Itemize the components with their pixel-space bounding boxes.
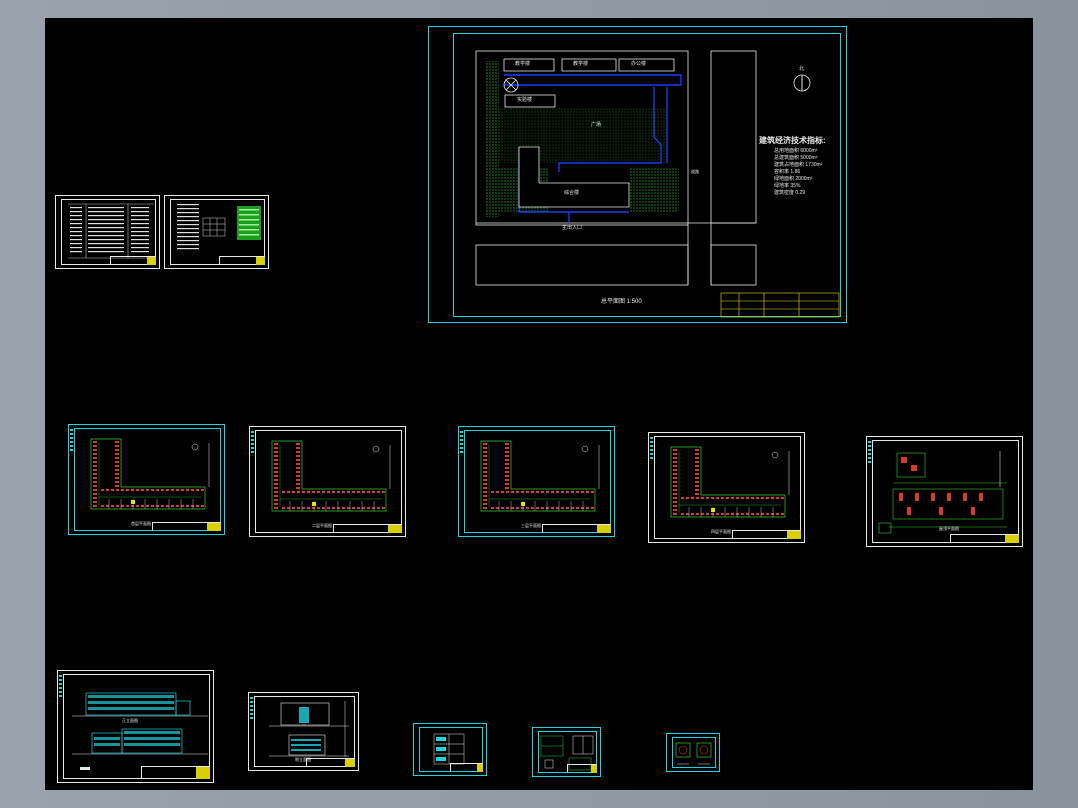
title-block bbox=[541, 524, 611, 533]
indicators-list: 总用地面积 6000m² 总建筑面积 5000m² 建筑占地面积 1730m² … bbox=[774, 148, 822, 197]
indicator-value: 6000m² bbox=[800, 148, 818, 154]
drawing-index-sheet-1[interactable] bbox=[55, 195, 160, 269]
elevation-sheet-1[interactable]: 正立面图 bbox=[57, 670, 214, 783]
title-block bbox=[218, 256, 265, 265]
floor-plan-drawing bbox=[90, 438, 210, 510]
building-label: 教学楼 bbox=[515, 61, 531, 67]
elevation-caption: 正立面图 bbox=[122, 718, 138, 723]
indicator-row: 总建筑面积 5000m² bbox=[774, 155, 822, 162]
cad-viewer: { "site_plan": { "north_label": "北", "in… bbox=[0, 0, 1078, 808]
indicator-row: 总用地面积 6000m² bbox=[774, 148, 822, 155]
indicator-value: 5000m² bbox=[800, 155, 818, 161]
building-label: 教学楼 bbox=[573, 61, 589, 67]
roof-plan-sheet[interactable]: 屋顶平面图 bbox=[866, 436, 1023, 547]
north-label: 北 bbox=[799, 66, 805, 72]
floor-plan-drawing bbox=[271, 440, 391, 512]
indicator-label: 总用地面积 bbox=[774, 148, 800, 154]
indicator-value: 1.86 bbox=[790, 169, 801, 175]
indicator-row: 绿地面积 2000m² bbox=[774, 176, 822, 183]
plan-caption: 屋顶平面图 bbox=[939, 526, 959, 531]
court-label: 广场 bbox=[591, 122, 602, 128]
indicator-label: 建筑密度 bbox=[774, 190, 795, 196]
title-block bbox=[140, 766, 210, 779]
indicator-row: 容积率 1.86 bbox=[774, 169, 822, 176]
title-block bbox=[151, 522, 221, 531]
title-block bbox=[566, 764, 597, 773]
indicator-value: 2000m² bbox=[795, 176, 813, 182]
indicator-value: 0.29 bbox=[795, 190, 806, 196]
plan-caption: 四层平面图 bbox=[711, 529, 731, 534]
title-block bbox=[731, 530, 801, 539]
elevation-sheet-2[interactable]: 侧立面图 bbox=[248, 692, 359, 771]
plan-caption: 三层平面图 bbox=[521, 523, 541, 528]
indicator-row: 绿地率 35% bbox=[774, 183, 822, 190]
floor-plan-sheet-2[interactable]: 二层平面图 bbox=[249, 426, 406, 537]
indicator-label: 绿地面积 bbox=[774, 176, 795, 182]
indicator-label: 总建筑面积 bbox=[774, 155, 800, 161]
detail-sheet[interactable] bbox=[532, 727, 601, 777]
indicator-row: 建筑占地面积 1730m² bbox=[774, 162, 822, 169]
indicators-title: 建筑经济技术指标: bbox=[759, 136, 826, 145]
site-plan-sheet[interactable]: 教学楼 教学楼 办公楼 实验楼 广场 综合楼 主出入口 道路 北 总平面图 1:… bbox=[428, 26, 847, 323]
floor-plan-drawing bbox=[480, 440, 600, 512]
drawing-canvas[interactable]: 教学楼 教学楼 办公楼 实验楼 广场 综合楼 主出入口 道路 北 总平面图 1:… bbox=[45, 18, 1033, 790]
plan-caption: 首层平面图 bbox=[131, 521, 151, 526]
title-block bbox=[949, 534, 1019, 543]
road-label: 道路 bbox=[691, 169, 699, 174]
indicator-value: 1730m² bbox=[805, 162, 823, 168]
title-block bbox=[306, 758, 355, 767]
gate-label: 主出入口 bbox=[562, 225, 583, 231]
title-block bbox=[450, 763, 483, 772]
building-label: 实验楼 bbox=[517, 97, 533, 103]
floor-plan-drawing bbox=[670, 446, 790, 518]
indicator-label: 容积率 bbox=[774, 169, 790, 175]
plan-caption: 二层平面图 bbox=[312, 523, 332, 528]
floor-plan-sheet-3[interactable]: 三层平面图 bbox=[458, 426, 615, 537]
main-building-label: 综合楼 bbox=[564, 190, 580, 196]
drawing-index-sheet-2[interactable] bbox=[164, 195, 269, 269]
indicator-label: 绿地率 bbox=[774, 183, 790, 189]
site-plan-caption: 总平面图 1:500 bbox=[601, 299, 642, 305]
floor-plan-sheet-1[interactable]: 首层平面图 bbox=[68, 424, 225, 535]
indicator-value: 35% bbox=[790, 183, 801, 189]
building-label: 办公楼 bbox=[631, 61, 647, 67]
indicator-label: 建筑占地面积 bbox=[774, 162, 805, 168]
floor-plan-sheet-4[interactable]: 四层平面图 bbox=[648, 432, 805, 543]
node-detail-drawing bbox=[675, 742, 712, 765]
node-detail-sheet[interactable] bbox=[666, 733, 720, 772]
title-block bbox=[109, 256, 156, 265]
section-sheet[interactable] bbox=[413, 723, 487, 776]
indicator-row: 建筑密度 0.29 bbox=[774, 190, 822, 197]
title-block bbox=[332, 524, 402, 533]
